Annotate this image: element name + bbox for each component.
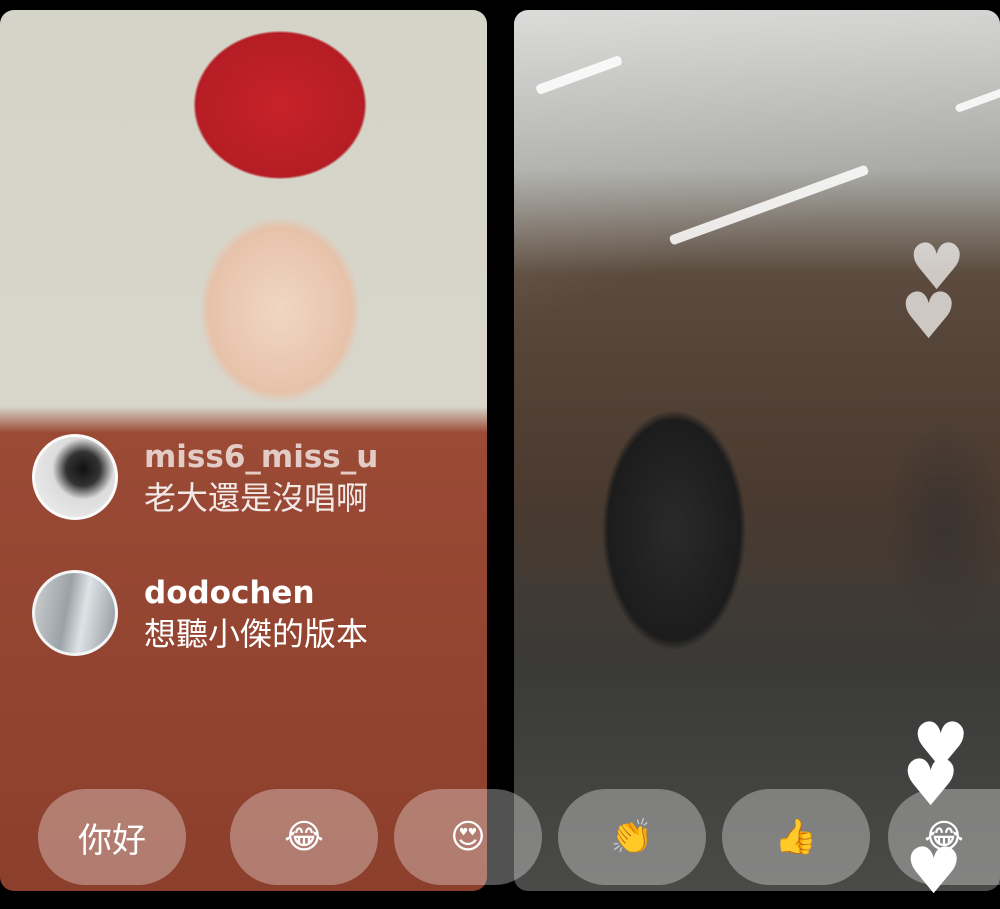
tears-of-joy-emoji-button[interactable]: 😂 — [230, 789, 378, 885]
quick-reply-hello[interactable]: 你好 — [38, 789, 186, 885]
comment-message: 想聽小傑的版本 — [144, 615, 369, 653]
clapping-hands-emoji-button[interactable]: 👏 — [558, 789, 706, 885]
comment-item: dodochen 想聽小傑的版本 — [32, 570, 368, 656]
heart-icon: ♥ — [900, 280, 958, 354]
comment-username[interactable]: dodochen — [144, 574, 368, 612]
avatar[interactable] — [32, 434, 118, 520]
tears-of-joy-emoji-button[interactable]: 😂 — [888, 789, 1000, 885]
avatar[interactable] — [32, 570, 118, 656]
quick-reply-bar: 你好 😂 😍 👏 👍 😂 — [0, 789, 1000, 885]
heart-eyes-emoji-button[interactable]: 😍 — [394, 789, 542, 885]
comment-message: 老大還是沒唱啊 — [144, 479, 369, 517]
thumbs-up-emoji-button[interactable]: 👍 — [722, 789, 870, 885]
comment-item: miss6_miss_u 老大還是沒唱啊 — [32, 434, 378, 520]
comment-username[interactable]: miss6_miss_u — [144, 438, 378, 476]
